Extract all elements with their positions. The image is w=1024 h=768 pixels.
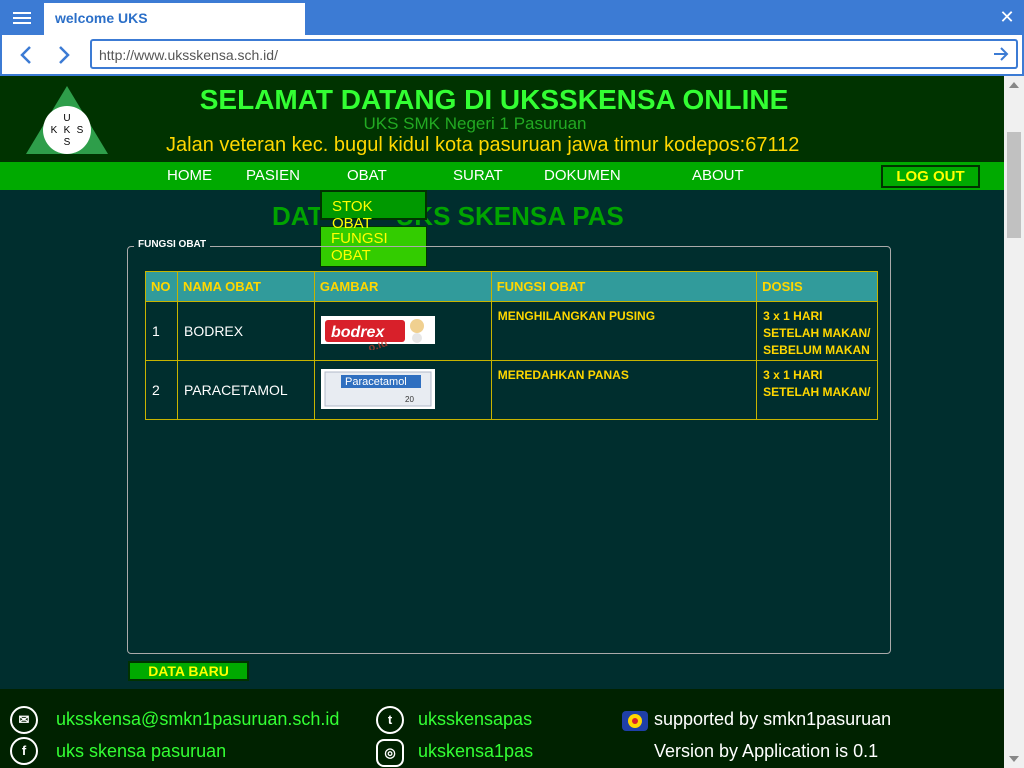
col-nama-obat: NAMA OBAT — [176, 271, 315, 302]
page-title: SELAMAT DATANG DI UKSSKENSA ONLINE — [199, 84, 789, 115]
bodrex-label: bodrex — [331, 324, 385, 341]
url-text: http://www.uksskensa.sch.id/ — [99, 47, 278, 63]
menu-icon[interactable] — [0, 0, 44, 35]
page-subtitle: UKS SMK Negeri 1 Pasuruan — [363, 114, 587, 133]
table-header-row: NO NAMA OBAT GAMBAR FUNGSI OBAT DOSIS — [145, 271, 878, 302]
logout-button[interactable]: LOG OUT — [881, 165, 980, 188]
data-baru-button[interactable]: DATA BARU — [128, 661, 249, 681]
mail-icon: ✉ — [10, 706, 38, 734]
chevron-left-icon[interactable] — [17, 43, 37, 67]
browser-tab-bar: welcome UKS ✕ — [0, 0, 1024, 35]
scroll-up-icon[interactable] — [1009, 82, 1019, 88]
cell-nama: BODREX — [176, 301, 315, 361]
site-footer: ✉ uksskensa@smkn1pasuruan.sch.id f uks s… — [0, 689, 1004, 768]
bodrex-image: bodrex ma........o.id — [320, 315, 435, 366]
dosis-line: 3 x 1 HARI — [763, 368, 823, 382]
panel-legend: FUNGSI OBAT — [134, 239, 211, 250]
nav-about[interactable]: ABOUT — [692, 167, 744, 184]
page-viewport: U K S S K SELAMAT DATANG DI UKSSKENSA ON… — [0, 76, 1024, 768]
twitter-icon: t — [376, 706, 404, 734]
chevron-right-icon[interactable] — [53, 43, 73, 67]
col-no: NO — [145, 271, 178, 302]
col-dosis: DOSIS — [756, 271, 878, 302]
menu-item-stok-obat[interactable]: STOK OBAT — [320, 190, 427, 232]
paracetamol-count: 20 — [405, 395, 414, 404]
school-address: Jalan veteran kec. bugul kidul kota pasu… — [166, 134, 800, 156]
footer-email[interactable]: uksskensa@smkn1pasuruan.sch.id — [56, 709, 339, 730]
school-emblem-icon — [622, 711, 648, 731]
cell-gambar: Paracetamol 20 — [313, 360, 492, 420]
instagram-icon: ◎ — [376, 739, 404, 767]
close-icon[interactable]: ✕ — [998, 7, 1016, 27]
footer-twitter[interactable]: uksskensapas — [418, 709, 532, 730]
heading-right: UKS SKENSA PAS — [395, 201, 624, 231]
url-input[interactable]: http://www.uksskensa.sch.id/ — [90, 39, 1018, 69]
scroll-thumb[interactable] — [1007, 132, 1021, 238]
arrow-right-icon[interactable] — [992, 45, 1010, 63]
scroll-down-icon[interactable] — [1009, 756, 1019, 762]
table-row[interactable]: 1 BODREX bodrex ma........o.id MENGHILAN… — [145, 301, 878, 366]
main-nav: HOME PASIEN OBAT SURAT DOKUMEN ABOUT LOG… — [0, 162, 1004, 190]
tab-title: welcome UKS — [55, 10, 148, 26]
footer-instagram[interactable]: ukskensa1pas — [418, 741, 533, 762]
obat-table: NO NAMA OBAT GAMBAR FUNGSI OBAT DOSIS 1 … — [145, 271, 878, 420]
cell-no: 2 — [145, 360, 178, 420]
page-scrollbar[interactable] — [1004, 76, 1024, 768]
cell-dosis: 3 x 1 HARI SETELAH MAKAN/ — [756, 360, 878, 420]
footer-version: Version by Application is 0.1 — [654, 741, 879, 761]
paracetamol-image: Paracetamol 20 — [320, 368, 435, 409]
nav-pasien[interactable]: PASIEN — [246, 167, 300, 184]
cell-gambar: bodrex ma........o.id — [313, 301, 492, 366]
nav-surat[interactable]: SURAT — [453, 167, 503, 184]
dosis-line: SEBELUM MAKAN — [763, 343, 870, 357]
address-bar: http://www.uksskensa.sch.id/ — [0, 35, 1024, 76]
nav-obat[interactable]: OBAT — [347, 167, 387, 184]
cell-nama: PARACETAMOL — [176, 360, 315, 420]
dosis-line: SETELAH MAKAN/ — [763, 385, 871, 399]
cell-fungsi: MEREDAHKAN PANAS — [490, 360, 758, 420]
cell-no: 1 — [145, 301, 178, 361]
footer-supported: supported by smkn1pasuruan — [654, 709, 892, 729]
paracetamol-label: Paracetamol — [345, 376, 407, 388]
cell-dosis: 3 x 1 HARI SETELAH MAKAN/ SEBELUM MAKAN — [756, 301, 878, 361]
site-header: U K S S K SELAMAT DATANG DI UKSSKENSA ON… — [0, 76, 1004, 162]
logo-letter-bottom: S — [64, 137, 71, 148]
browser-tab[interactable]: welcome UKS — [44, 3, 305, 35]
nav-dokumen[interactable]: DOKUMEN — [544, 167, 621, 184]
table-row[interactable]: 2 PARACETAMOL Paracetamol 20 MEREDAHKAN … — [145, 360, 878, 420]
facebook-icon: f — [10, 737, 38, 765]
dosis-line: 3 x 1 HARI — [763, 309, 823, 323]
col-gambar: GAMBAR — [313, 271, 492, 302]
footer-facebook[interactable]: uks skensa pasuruan — [56, 741, 226, 762]
col-fungsi-obat: FUNGSI OBAT — [490, 271, 758, 302]
cell-fungsi: MENGHILANGKAN PUSING — [490, 301, 758, 361]
dosis-line: SETELAH MAKAN/ — [763, 326, 871, 340]
nav-home[interactable]: HOME — [167, 167, 212, 184]
heading-left: DAT — [272, 201, 324, 231]
